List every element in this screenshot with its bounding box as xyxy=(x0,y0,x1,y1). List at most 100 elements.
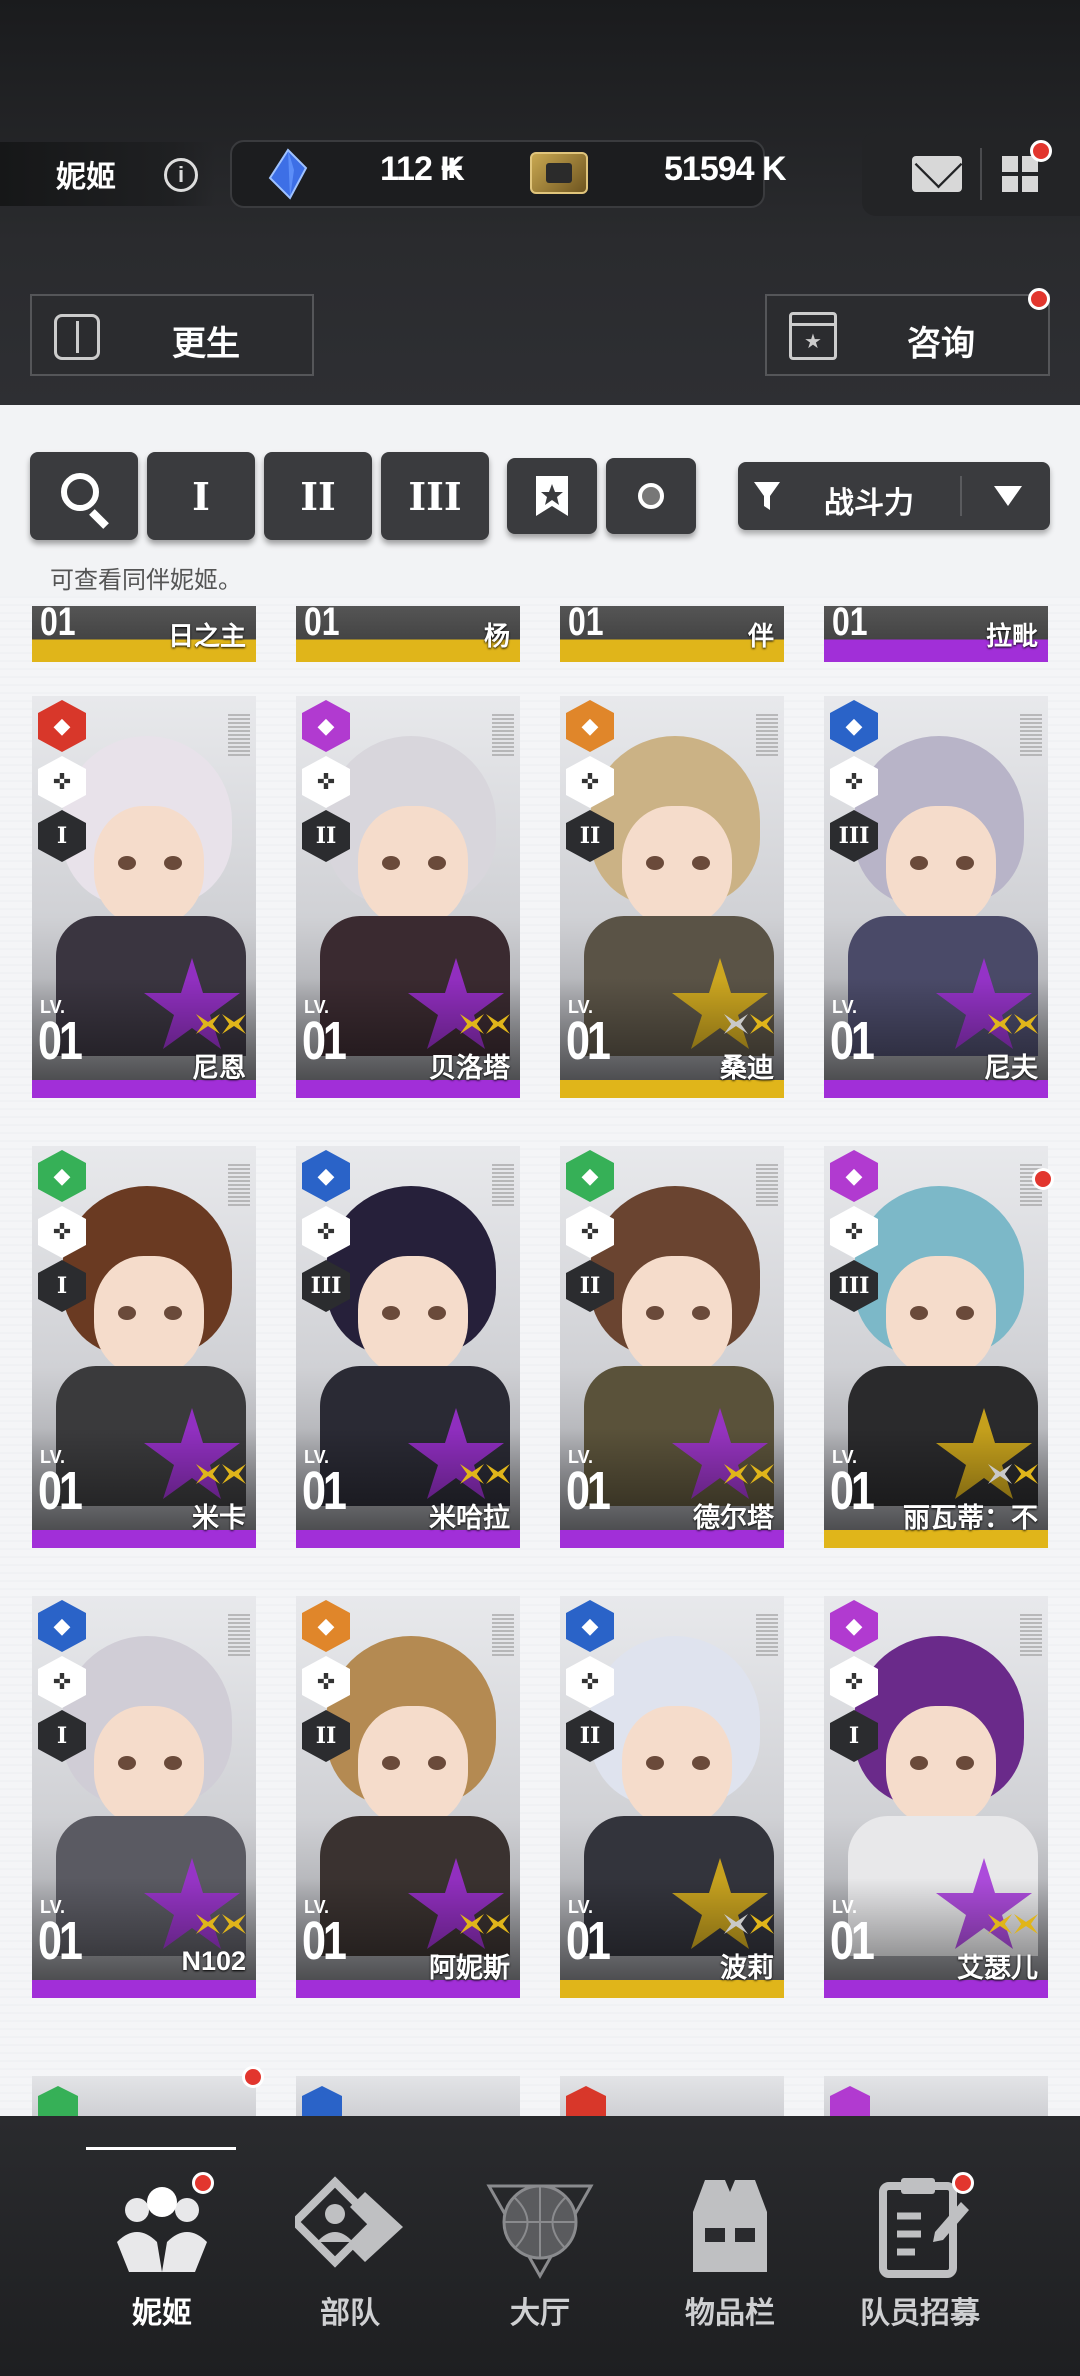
burst-filter-3[interactable]: III xyxy=(381,452,489,540)
character-card[interactable]: ◆ ✜ I LV. 01 米卡 xyxy=(32,1146,256,1548)
card-name: 拉毗 xyxy=(985,621,1038,651)
character-card[interactable]: ◆ ✜ II LV. 01 贝洛塔 xyxy=(296,696,520,1098)
card-name: 尼恩 xyxy=(192,1053,246,1083)
character-face xyxy=(358,806,468,926)
character-card[interactable]: ◆ ✜ III LV. 01 丽瓦蒂：不 xyxy=(824,1146,1048,1548)
star-icon xyxy=(750,1014,774,1034)
character-card[interactable]: ◆ ✜ II LV. 01 桑迪 xyxy=(560,696,784,1098)
card-level: 01 xyxy=(830,1461,875,1521)
character-card[interactable]: ◆ ✜ III LV. 01 尼夫 xyxy=(824,696,1048,1098)
notification-dot xyxy=(952,2172,974,2194)
star-icon xyxy=(1014,1014,1038,1034)
character-eye xyxy=(164,1756,182,1770)
character-eye xyxy=(692,1756,710,1770)
character-card-partial[interactable]: 01 伴 xyxy=(560,606,784,662)
character-eye xyxy=(118,1306,136,1320)
character-card-partial[interactable]: 01 杨 xyxy=(296,606,520,662)
card-name: 米卡 xyxy=(192,1503,246,1533)
character-eye xyxy=(910,1756,928,1770)
character-eye xyxy=(118,856,136,870)
favorite-filter-button[interactable] xyxy=(507,458,597,534)
star-icon xyxy=(724,1014,748,1034)
character-card-partial[interactable] xyxy=(32,2076,256,2116)
nav-nikke[interactable]: 妮姬 xyxy=(62,2116,262,2376)
barcode-decor xyxy=(1020,1612,1042,1656)
card-level: 01 xyxy=(304,606,340,644)
character-card[interactable]: ◆ ✜ III LV. 01 米哈拉 xyxy=(296,1146,520,1548)
card-name: 波莉 xyxy=(720,1953,774,1983)
page-title-text: 妮姬 xyxy=(56,161,116,194)
sort-label: 战斗力 xyxy=(824,487,914,520)
character-card-partial[interactable] xyxy=(824,2076,1048,2116)
character-card-partial[interactable]: 01 日之主 xyxy=(32,606,256,662)
element-icon xyxy=(566,2086,606,2116)
card-level: 01 xyxy=(832,606,868,644)
menu-grid-icon[interactable] xyxy=(1002,156,1040,194)
search-button[interactable] xyxy=(30,452,138,540)
character-card[interactable]: ◆ ✜ II LV. 01 阿妮斯 xyxy=(296,1596,520,1998)
consult-label: 咨询 xyxy=(907,325,975,363)
toggle-filter-button[interactable] xyxy=(606,458,696,534)
add-gem-button[interactable]: + xyxy=(440,146,463,191)
sort-dropdown[interactable]: 战斗力 xyxy=(738,462,1050,530)
barcode-decor xyxy=(756,1612,778,1656)
consult-button[interactable]: 咨询 xyxy=(765,294,1050,376)
card-level: 01 xyxy=(566,1911,611,1971)
character-eye xyxy=(646,1306,664,1320)
character-card-partial[interactable] xyxy=(560,2076,784,2116)
character-card[interactable]: ◆ ✜ I LV. 01 艾瑟儿 xyxy=(824,1596,1048,1998)
info-icon[interactable]: i xyxy=(164,158,198,192)
card-level: 01 xyxy=(38,1461,83,1521)
character-card[interactable]: ◆ ✜ I LV. 01 尼恩 xyxy=(32,696,256,1098)
star-icon xyxy=(988,1914,1012,1934)
character-card[interactable]: ◆ ✜ II LV. 01 波莉 xyxy=(560,1596,784,1998)
character-card-partial[interactable] xyxy=(296,2076,520,2116)
nav-recruit[interactable]: 队员招募 xyxy=(820,2116,1020,2376)
card-level: 01 xyxy=(302,1461,347,1521)
calendar-icon xyxy=(789,312,837,360)
character-face xyxy=(622,1706,732,1826)
character-eye xyxy=(118,1756,136,1770)
limit-break-stars xyxy=(988,1914,1038,1934)
rebirth-label: 更生 xyxy=(172,325,240,363)
character-card[interactable]: ◆ ✜ II LV. 01 德尔塔 xyxy=(560,1146,784,1548)
star-icon xyxy=(724,1464,748,1484)
rebirth-icon xyxy=(54,314,100,360)
character-grid[interactable]: 01 日之主 01 杨 01 伴 01 拉毗 ◆ ✜ I LV. 01 尼恩 ◆ ✜ II LV. 01 贝洛塔 ◆ ✜ I… xyxy=(0,596,1080,2116)
character-card-partial[interactable]: 01 拉毗 xyxy=(824,606,1048,662)
notification-dot xyxy=(1030,140,1052,162)
barcode-decor xyxy=(492,1612,514,1656)
character-card[interactable]: ◆ ✜ I LV. 01 N102 xyxy=(32,1596,256,1998)
character-face xyxy=(886,1706,996,1826)
star-icon xyxy=(460,1464,484,1484)
nav-squad[interactable]: 部队 xyxy=(250,2116,450,2376)
character-face xyxy=(622,806,732,926)
card-name: 阿妮斯 xyxy=(429,1953,510,1983)
card-name: N102 xyxy=(181,1946,246,1976)
star-icon xyxy=(196,1914,220,1934)
circle-icon xyxy=(638,483,664,509)
character-eye xyxy=(428,1306,446,1320)
star-icon xyxy=(222,1014,246,1034)
star-icon xyxy=(222,1464,246,1484)
barcode-decor xyxy=(228,1612,250,1656)
rarity-strip xyxy=(32,1980,256,1998)
burst-filter-2[interactable]: II xyxy=(264,452,372,540)
rebirth-button[interactable]: 更生 xyxy=(30,294,314,376)
inventory-vest-icon xyxy=(693,2180,767,2272)
nav-inventory[interactable]: 物品栏 xyxy=(630,2116,830,2376)
nav-lobby[interactable]: 大厅 xyxy=(440,2116,640,2376)
element-icon xyxy=(38,2086,78,2116)
card-level: 01 xyxy=(566,1461,611,1521)
mail-icon[interactable] xyxy=(912,156,962,192)
card-level: 01 xyxy=(302,1011,347,1071)
notification-dot xyxy=(242,2066,264,2088)
character-eye xyxy=(646,856,664,870)
burst-filter-1[interactable]: I xyxy=(147,452,255,540)
character-eye xyxy=(164,1306,182,1320)
card-level: 01 xyxy=(830,1011,875,1071)
star-icon xyxy=(460,1014,484,1034)
limit-break-stars xyxy=(196,1464,246,1484)
character-eye xyxy=(382,1306,400,1320)
divider xyxy=(960,476,962,516)
